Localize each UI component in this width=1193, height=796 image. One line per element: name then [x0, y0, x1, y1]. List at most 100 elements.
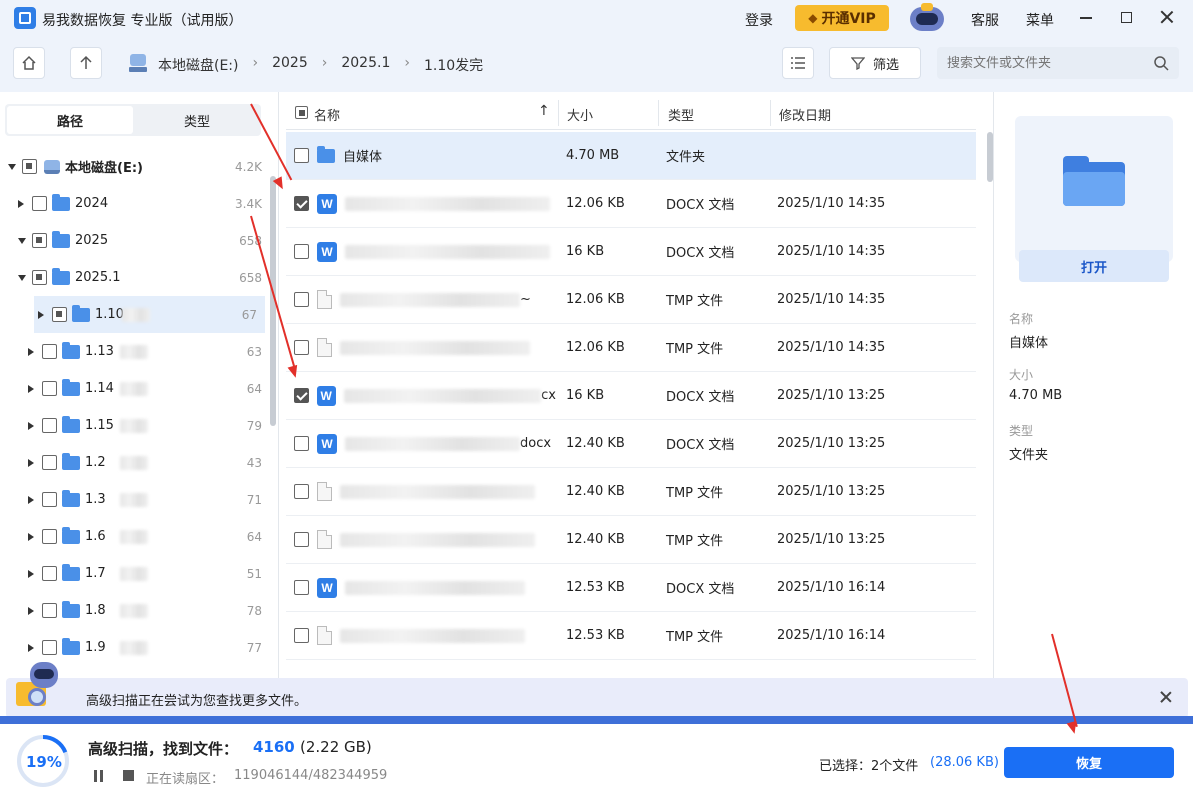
breadcrumb-item-2025[interactable]: 2025 — [272, 55, 308, 75]
tree-item[interactable]: 本地磁盘(E:) 4.2K — [0, 148, 270, 185]
file-row[interactable]: 12.40 KB TMP 文件 2025/1/10 13:25 — [286, 516, 976, 564]
file-row-checkbox[interactable] — [294, 196, 309, 211]
open-button[interactable]: 打开 — [1019, 250, 1169, 282]
tree-item[interactable]: 1.7 51 — [0, 555, 270, 592]
file-name: cx — [541, 388, 556, 403]
file-row[interactable]: W 16 KB DOCX 文档 2025/1/10 14:35 — [286, 228, 976, 276]
file-row[interactable]: W 12.53 KB DOCX 文档 2025/1/10 16:14 — [286, 564, 976, 612]
file-row[interactable]: ~12.06 KB TMP 文件 2025/1/10 14:35 — [286, 276, 976, 324]
menu-link[interactable]: 菜单 — [1026, 10, 1054, 30]
search-icon[interactable] — [1153, 55, 1169, 71]
caret-right-icon[interactable] — [28, 569, 34, 578]
tree-item[interactable]: 1.14 64 — [0, 370, 270, 407]
breadcrumb-item-current[interactable]: 1.10发完 — [424, 55, 483, 75]
assistant-avatar[interactable] — [906, 3, 948, 33]
filter-button[interactable]: 筛选 — [829, 47, 921, 79]
tree-item-checkbox[interactable] — [42, 529, 57, 544]
tree-item[interactable]: 1.6 64 — [0, 518, 270, 555]
tree-item-checkbox[interactable] — [42, 418, 57, 433]
tree-item[interactable]: 1.15 79 — [0, 407, 270, 444]
caret-right-icon[interactable] — [28, 458, 34, 467]
search-box[interactable] — [937, 47, 1179, 79]
tree-item-checkbox[interactable] — [42, 603, 57, 618]
minimize-icon[interactable] — [1080, 17, 1092, 19]
file-row-checkbox[interactable] — [294, 580, 309, 595]
maximize-icon[interactable] — [1121, 12, 1132, 23]
tree-item[interactable]: 2024 3.4K — [0, 185, 270, 222]
tree-item-checkbox[interactable] — [22, 159, 37, 174]
service-link[interactable]: 客服 — [971, 10, 999, 30]
file-row[interactable]: Wdocx 12.40 KB DOCX 文档 2025/1/10 13:25 — [286, 420, 976, 468]
tree-item-checkbox[interactable] — [42, 492, 57, 507]
vip-button[interactable]: ◆ 开通VIP — [795, 5, 889, 31]
caret-right-icon[interactable] — [28, 384, 34, 393]
column-size[interactable]: 大小 — [567, 105, 593, 124]
close-icon[interactable] — [1160, 10, 1174, 24]
caret-right-icon[interactable] — [28, 347, 34, 356]
breadcrumb-item-drive[interactable]: 本地磁盘(E:) — [158, 55, 239, 75]
view-toggle-button[interactable] — [782, 47, 814, 79]
file-row[interactable]: 自媒体 4.70 MB 文件夹 — [286, 132, 976, 180]
file-row-checkbox[interactable] — [294, 148, 309, 163]
caret-right-icon[interactable] — [28, 643, 34, 652]
tree-item[interactable]: 1.8 78 — [0, 592, 270, 629]
file-row-checkbox[interactable] — [294, 292, 309, 307]
file-row-checkbox[interactable] — [294, 388, 309, 403]
column-date[interactable]: 修改日期 — [779, 105, 831, 124]
tree-item-checkbox[interactable] — [52, 307, 67, 322]
tree-item[interactable]: 1.3 71 — [0, 481, 270, 518]
search-input[interactable] — [947, 54, 1147, 72]
file-row-checkbox[interactable] — [294, 436, 309, 451]
tree-item-checkbox[interactable] — [32, 196, 47, 211]
caret-down-icon[interactable] — [18, 237, 26, 244]
tree-item[interactable]: 1.13 63 — [0, 333, 270, 370]
up-button[interactable] — [70, 47, 102, 79]
caret-down-icon[interactable] — [8, 163, 16, 170]
file-size: 12.40 KB — [566, 532, 625, 547]
file-icon — [317, 338, 332, 357]
caret-right-icon[interactable] — [28, 532, 34, 541]
file-row[interactable]: 12.06 KB TMP 文件 2025/1/10 14:35 — [286, 324, 976, 372]
file-row[interactable]: 12.53 KB TMP 文件 2025/1/10 16:14 — [286, 612, 976, 660]
stop-icon[interactable] — [123, 770, 134, 781]
tree-item-count: 4.2K — [235, 159, 262, 174]
recover-button[interactable]: 恢复 — [1004, 747, 1174, 778]
tree-item-checkbox[interactable] — [42, 344, 57, 359]
folder-icon — [62, 489, 80, 507]
tree-item[interactable]: 1.10 67 — [34, 296, 265, 333]
tree-item-checkbox[interactable] — [42, 381, 57, 396]
caret-right-icon[interactable] — [38, 310, 44, 319]
caret-down-icon[interactable] — [18, 274, 26, 281]
file-row[interactable]: W 12.06 KB DOCX 文档 2025/1/10 14:35 — [286, 180, 976, 228]
file-row-checkbox[interactable] — [294, 532, 309, 547]
caret-right-icon[interactable] — [28, 421, 34, 430]
caret-right-icon[interactable] — [28, 495, 34, 504]
tree-item-checkbox[interactable] — [42, 566, 57, 581]
file-row[interactable]: Wcx 16 KB DOCX 文档 2025/1/10 13:25 — [286, 372, 976, 420]
pause-icon[interactable] — [94, 770, 104, 782]
caret-right-icon[interactable] — [18, 199, 24, 208]
tab-type[interactable]: 类型 — [135, 106, 259, 134]
file-row[interactable]: 12.40 KB TMP 文件 2025/1/10 13:25 — [286, 468, 976, 516]
tree-item[interactable]: 2025 658 — [0, 222, 270, 259]
file-row-checkbox[interactable] — [294, 340, 309, 355]
select-all-checkbox[interactable] — [295, 106, 308, 119]
login-link[interactable]: 登录 — [745, 10, 773, 30]
tree-item-checkbox[interactable] — [42, 640, 57, 655]
tree-item-checkbox[interactable] — [42, 455, 57, 470]
tree-item[interactable]: 1.2 43 — [0, 444, 270, 481]
breadcrumb-item-2025-1[interactable]: 2025.1 — [341, 55, 390, 75]
file-row-checkbox[interactable] — [294, 628, 309, 643]
tree-item-checkbox[interactable] — [32, 270, 47, 285]
notice-close-icon[interactable] — [1160, 691, 1172, 703]
column-type[interactable]: 类型 — [668, 105, 694, 124]
file-row-checkbox[interactable] — [294, 244, 309, 259]
sort-arrow-up-icon[interactable]: ↑ — [538, 103, 550, 119]
home-button[interactable] — [13, 47, 45, 79]
tree-item-checkbox[interactable] — [32, 233, 47, 248]
caret-right-icon[interactable] — [28, 606, 34, 615]
tree-item[interactable]: 2025.1 658 — [0, 259, 270, 296]
tab-path[interactable]: 路径 — [7, 106, 133, 134]
column-name[interactable]: 名称 — [314, 105, 340, 124]
file-row-checkbox[interactable] — [294, 484, 309, 499]
